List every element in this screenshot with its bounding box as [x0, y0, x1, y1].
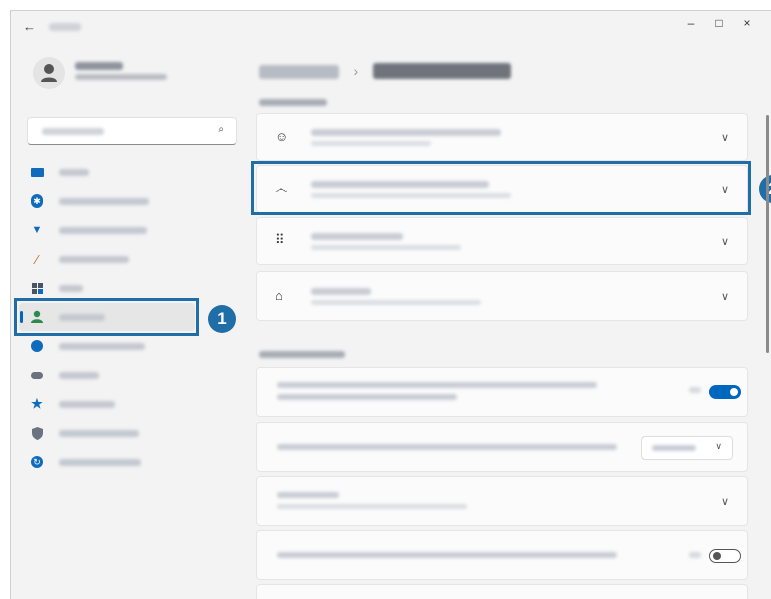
setting-row-4	[256, 530, 748, 580]
chevron-down-icon: ∨	[715, 441, 722, 451]
toggle-state-label	[689, 387, 701, 393]
pin-keypad-icon: ⠿	[275, 232, 285, 247]
callout-1: 1	[208, 305, 236, 333]
sidebar-item-label	[59, 168, 89, 176]
setting-row-2: ∨	[256, 422, 748, 472]
shield-icon	[29, 425, 45, 441]
security-key-icon: ⌂	[275, 288, 283, 303]
minimize-button[interactable]: –	[681, 16, 701, 30]
sidebar-item-label	[59, 400, 115, 408]
option-subtitle	[311, 300, 481, 305]
option-subtitle	[311, 245, 461, 250]
search-input[interactable]: ⌕	[27, 117, 237, 145]
gamepad-icon	[29, 367, 45, 383]
update-icon: ↻	[29, 454, 45, 470]
breadcrumb: ›	[259, 63, 511, 84]
sidebar-item-time-language[interactable]	[19, 332, 195, 360]
sidebar-item-windows-update[interactable]: ↻	[19, 448, 195, 476]
back-arrow-icon[interactable]: ←	[23, 20, 36, 34]
chevron-down-icon[interactable]: ∨	[721, 290, 729, 303]
maximize-button[interactable]: □	[709, 16, 729, 30]
setting-text	[277, 382, 597, 388]
sidebar-item-label	[59, 371, 99, 379]
breadcrumb-separator: ›	[353, 63, 359, 79]
avatar[interactable]	[33, 57, 65, 89]
highlight-fingerprint	[251, 161, 751, 215]
toggle-switch-off[interactable]	[709, 549, 741, 563]
user-avatar-icon	[41, 64, 57, 82]
section-title-ways-to-sign-in	[259, 99, 327, 106]
chevron-down-icon[interactable]: ∨	[721, 495, 729, 508]
sidebar-item-system[interactable]	[19, 158, 195, 186]
scrollbar[interactable]	[766, 115, 769, 353]
sidebar-item-privacy[interactable]	[19, 419, 195, 447]
brush-icon: ∕	[35, 251, 39, 267]
sidebar-item-network[interactable]: ▼	[19, 216, 195, 244]
sidebar-item-accessibility[interactable]: ★	[19, 390, 195, 418]
sidebar-item-personalization[interactable]: ∕	[19, 245, 195, 273]
sign-in-option-security-key[interactable]: ⌂ ∨	[256, 271, 748, 321]
sidebar-item-label	[59, 429, 139, 437]
callout-2: 2	[759, 175, 771, 203]
sidebar-item-label	[59, 284, 83, 292]
setting-row-5	[256, 584, 748, 599]
sidebar-item-gaming[interactable]	[19, 361, 195, 389]
search-placeholder	[42, 128, 104, 135]
option-title	[311, 129, 501, 136]
setting-row-1	[256, 367, 748, 417]
highlight-accounts	[14, 298, 199, 336]
accessibility-icon: ★	[31, 396, 43, 411]
sign-in-option-pin[interactable]: ⠿ ∨	[256, 217, 748, 265]
setting-text-line2	[277, 394, 457, 400]
section-title-additional-settings	[259, 351, 345, 358]
profile-name	[75, 62, 123, 70]
breadcrumb-parent[interactable]	[259, 65, 339, 79]
sidebar-item-bluetooth[interactable]: ✱	[19, 187, 195, 215]
setting-text	[277, 444, 617, 450]
setting-text	[277, 492, 339, 498]
toggle-switch-on[interactable]	[709, 385, 741, 399]
bluetooth-icon: ✱	[29, 193, 45, 209]
sidebar-item-label	[59, 458, 141, 466]
setting-text	[277, 552, 617, 558]
sidebar-item-label	[59, 255, 129, 263]
sign-in-option-face[interactable]: ☺ ∨	[256, 113, 748, 161]
setting-subtext	[277, 504, 467, 509]
title-bar: ← – □ ×	[11, 11, 771, 45]
sidebar-item-label	[59, 342, 145, 350]
setting-row-3[interactable]: ∨	[256, 476, 748, 526]
window-title	[49, 23, 81, 31]
apps-icon	[29, 280, 45, 296]
sidebar-item-label	[59, 226, 147, 234]
toggle-state-label	[689, 552, 701, 558]
wifi-icon: ▼	[31, 224, 43, 236]
option-title	[311, 233, 403, 240]
sidebar-item-label	[59, 197, 149, 205]
globe-clock-icon	[29, 338, 45, 354]
profile-email	[75, 74, 167, 80]
dropdown-value	[652, 445, 696, 451]
option-title	[311, 288, 371, 295]
chevron-down-icon[interactable]: ∨	[721, 131, 729, 144]
close-button[interactable]: ×	[737, 16, 757, 30]
option-subtitle	[311, 141, 431, 146]
page-title	[372, 63, 511, 79]
face-icon: ☺	[275, 129, 289, 144]
setting-dropdown[interactable]: ∨	[641, 436, 733, 460]
system-icon	[29, 164, 45, 180]
search-icon[interactable]: ⌕	[218, 124, 224, 135]
chevron-down-icon[interactable]: ∨	[721, 235, 729, 248]
settings-window: ← – □ × ⌕ ✱ ▼ ∕ ★ ↻ 1 › ☺ ∨ ෴ ∨ ⠿ ∨ ⌂ ∨ …	[10, 10, 771, 599]
